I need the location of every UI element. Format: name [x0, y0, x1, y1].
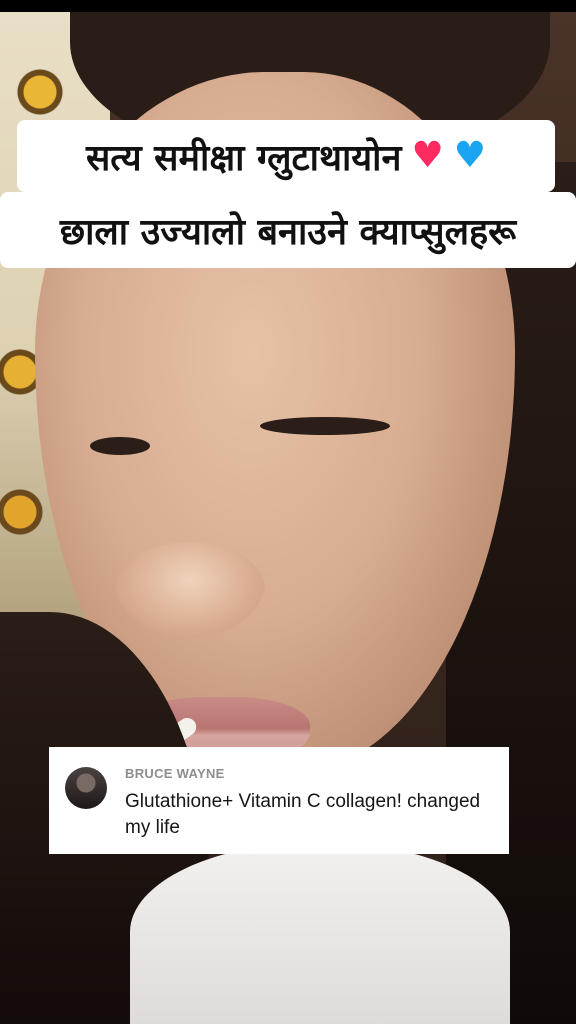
right-eye [260, 417, 390, 435]
white-shirt [130, 842, 510, 1024]
left-eye [90, 437, 150, 455]
top-status-bar [0, 0, 576, 12]
reply-comment-sticker[interactable]: BRUCE WAYNE Glutathione+ Vitamin C colla… [49, 747, 509, 854]
pink-heart-icon: ♥ [411, 135, 444, 176]
video-caption: सत्य समीक्षा ग्लुटाथायोन ♥ ♥ छाला उज्याल… [0, 120, 576, 270]
caption-line-1: सत्य समीक्षा ग्लुटाथायोन ♥ ♥ [17, 120, 555, 192]
caption-line-2: छाला उज्यालो बनाउने क्याप्सुलहरू [0, 192, 576, 268]
comment-username: BRUCE WAYNE [125, 766, 225, 781]
blue-heart-icon: ♥ [453, 135, 487, 176]
nose [115, 542, 265, 637]
caption-subtitle-text: छाला उज्यालो बनाउने क्याप्सुलहरू [59, 211, 517, 253]
avatar[interactable] [65, 767, 107, 809]
caption-title-text: सत्य समीक्षा ग्लुटाथायोन [85, 137, 402, 179]
comment-text: Glutathione+ Vitamin C collagen! changed… [125, 791, 481, 838]
